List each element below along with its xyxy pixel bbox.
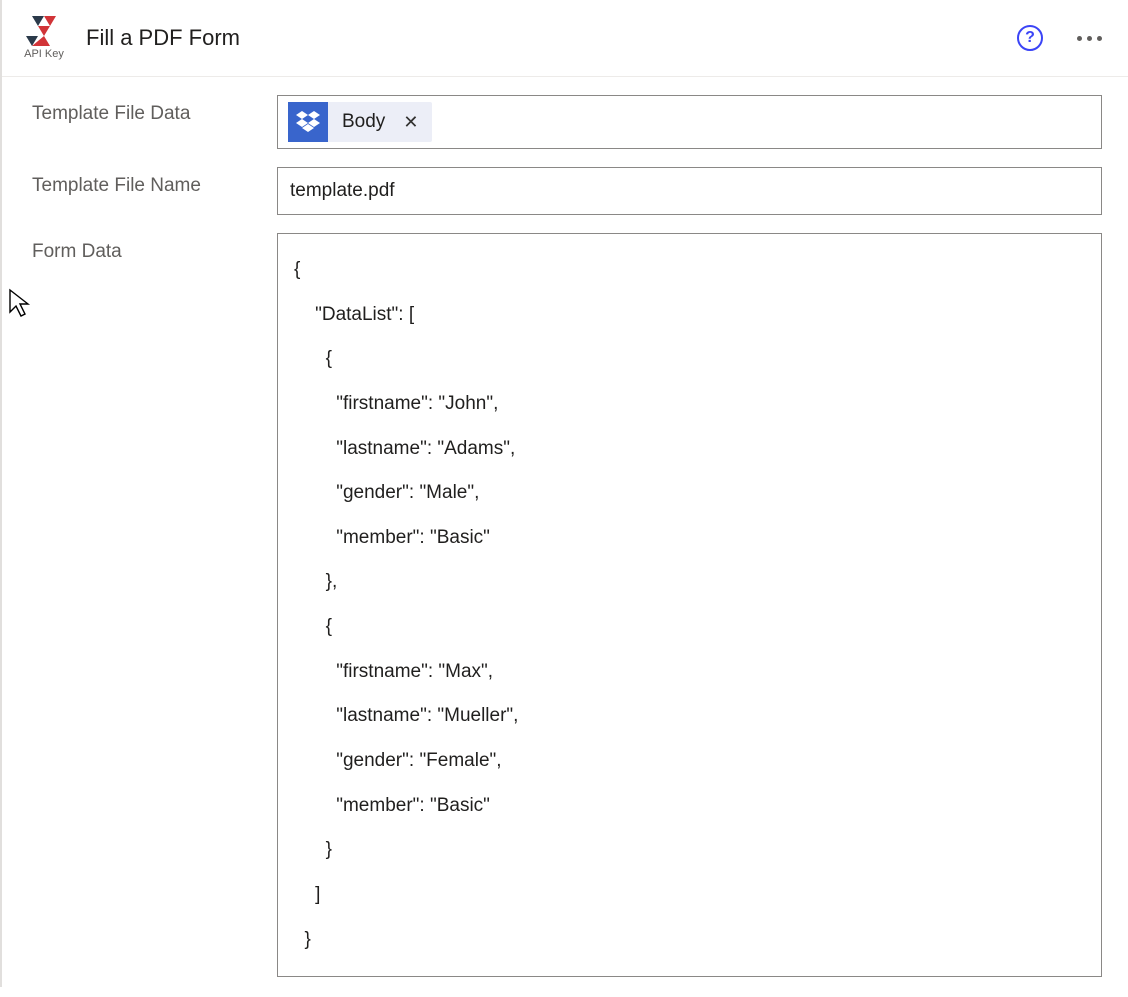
label-template-file-data: Template File Data xyxy=(32,95,257,125)
header-actions: ? xyxy=(1017,25,1108,51)
more-icon[interactable] xyxy=(1071,30,1108,47)
dropbox-icon xyxy=(288,102,328,142)
row-form-data: Form Data { "DataList": [ { "firstname":… xyxy=(32,233,1102,977)
token-body[interactable]: Body ✕ xyxy=(288,102,432,142)
help-icon[interactable]: ? xyxy=(1017,25,1043,51)
input-template-file-data[interactable]: Body ✕ xyxy=(277,95,1102,149)
connector-logo: API Key xyxy=(16,10,72,66)
input-template-file-name[interactable] xyxy=(277,167,1102,215)
input-form-data[interactable]: { "DataList": [ { "firstname": "John", "… xyxy=(277,233,1102,977)
token-label: Body xyxy=(342,111,385,133)
card-body: Template File Data Body ✕ xyxy=(2,77,1128,997)
label-form-data: Form Data xyxy=(32,233,257,263)
card-header: API Key Fill a PDF Form ? xyxy=(2,0,1128,77)
row-template-file-name: Template File Name xyxy=(32,167,1102,215)
card-title: Fill a PDF Form xyxy=(86,25,1003,51)
pdf4me-icon xyxy=(26,16,62,46)
label-template-file-name: Template File Name xyxy=(32,167,257,197)
token-remove-icon[interactable]: ✕ xyxy=(399,113,422,131)
connector-sublabel: API Key xyxy=(24,48,64,60)
action-card: API Key Fill a PDF Form ? Template File … xyxy=(0,0,1128,987)
row-template-file-data: Template File Data Body ✕ xyxy=(32,95,1102,149)
template-file-name-field[interactable] xyxy=(288,174,1091,208)
